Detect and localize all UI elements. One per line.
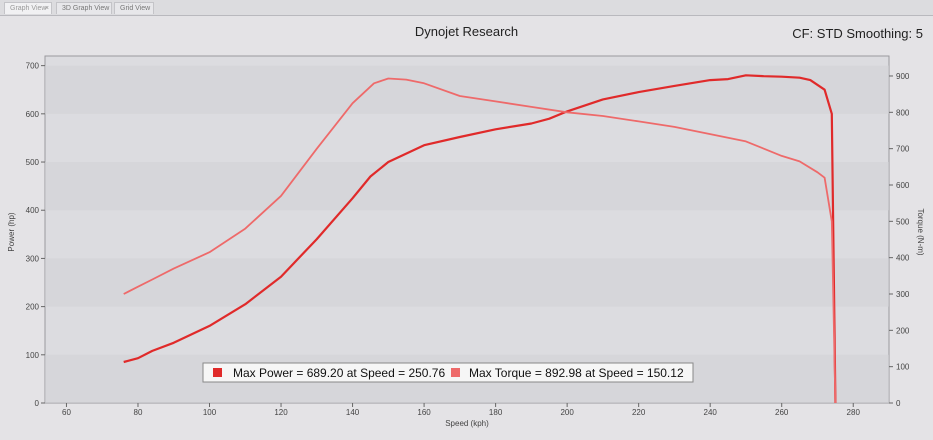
x-tick-label: 160 <box>417 408 431 417</box>
y-axis-left-ticks: 0 100 200 300 400 500 600 700 <box>26 62 45 408</box>
x-tick-label: 180 <box>489 408 503 417</box>
grid-band <box>45 162 889 211</box>
legend-swatch-torque <box>451 368 460 377</box>
grid-band <box>45 65 889 114</box>
grid-band <box>45 258 889 307</box>
plot-background <box>44 55 890 404</box>
x-tick-label: 60 <box>62 408 71 417</box>
legend-torque-text: Max Torque = 892.98 at Speed = 150.12 <box>469 366 684 380</box>
x-tick-label: 120 <box>274 408 288 417</box>
y2-tick-label: 700 <box>896 145 910 154</box>
y2-tick-label: 200 <box>896 326 910 335</box>
x-tick-label: 80 <box>134 408 143 417</box>
y2-tick-label: 800 <box>896 108 910 117</box>
y2-tick-label: 500 <box>896 217 910 226</box>
y-axis-right-ticks: 0 100 200 300 400 500 600 700 800 900 <box>889 72 910 408</box>
y2-tick-label: 600 <box>896 181 910 190</box>
y2-tick-label: 100 <box>896 363 910 372</box>
x-tick-label: 220 <box>632 408 646 417</box>
y-axis-left-label: Power (hp) <box>7 212 16 251</box>
x-tick-label: 140 <box>346 408 360 417</box>
x-tick-label: 100 <box>203 408 217 417</box>
y-tick-label: 600 <box>26 110 40 119</box>
x-axis-ticks: 60 80 100 120 140 160 180 200 220 240 260 280 <box>62 403 860 417</box>
y-axis-right-label: Torque (N-m) <box>916 208 925 255</box>
y-tick-label: 200 <box>26 303 40 312</box>
y-tick-label: 100 <box>26 351 40 360</box>
x-tick-label: 280 <box>847 408 861 417</box>
x-tick-label: 240 <box>704 408 718 417</box>
x-tick-label: 200 <box>560 408 574 417</box>
y-tick-label: 300 <box>26 254 40 263</box>
y2-tick-label: 900 <box>896 72 910 81</box>
y-tick-label: 400 <box>26 206 40 215</box>
y2-tick-label: 0 <box>896 399 901 408</box>
x-tick-label: 260 <box>775 408 789 417</box>
dyno-chart: 60 80 100 120 140 160 180 200 220 240 260 280 0 100 2… <box>7 55 925 428</box>
x-axis-label: Speed (kph) <box>445 419 489 428</box>
y-tick-label: 700 <box>26 62 40 71</box>
y2-tick-label: 400 <box>896 254 910 263</box>
y2-tick-label: 300 <box>896 290 910 299</box>
legend-power-text: Max Power = 689.20 at Speed = 250.76 <box>233 366 445 380</box>
y-tick-label: 0 <box>35 399 40 408</box>
legend-swatch-power <box>213 368 222 377</box>
legend: Max Power = 689.20 at Speed = 250.76 Max… <box>202 362 694 383</box>
y-tick-label: 500 <box>26 158 40 167</box>
